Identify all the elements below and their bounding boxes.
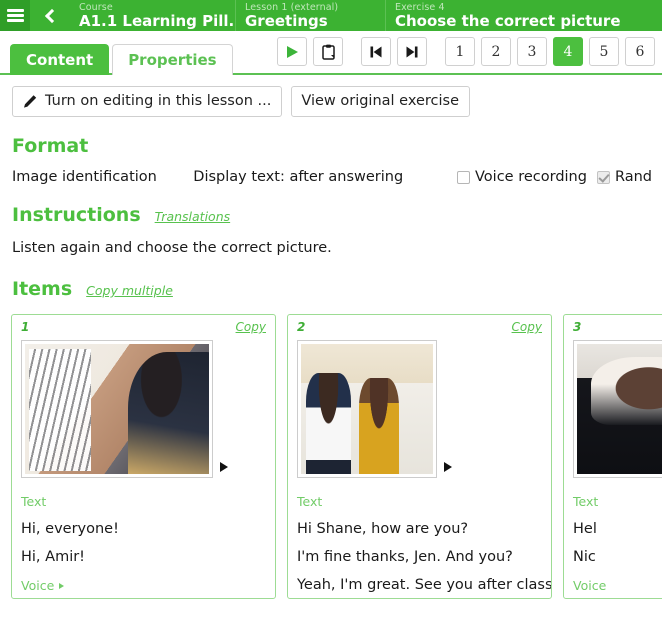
breadcrumb-lesson-value: Greetings bbox=[245, 12, 328, 30]
toolbar: Content Properties 1 2 3 4 5 6 bbox=[0, 31, 662, 75]
page-button-6[interactable]: 6 bbox=[625, 37, 655, 66]
tab-content[interactable]: Content bbox=[10, 44, 110, 75]
hamburger-icon bbox=[6, 9, 24, 22]
clipboard-button[interactable] bbox=[313, 37, 343, 66]
tab-properties[interactable]: Properties bbox=[112, 44, 233, 75]
breadcrumb-exercise-value: Choose the correct picture bbox=[395, 12, 621, 30]
item-number: 1 bbox=[21, 320, 30, 334]
turn-on-editing-label: Turn on editing in this lesson ... bbox=[45, 93, 272, 109]
page-button-4[interactable]: 4 bbox=[553, 37, 583, 66]
item-text-line: Hel bbox=[573, 521, 597, 537]
app-header: Course A1.1 Learning Pill... Lesson 1 (e… bbox=[0, 0, 662, 31]
item-text-line: Hi, everyone! bbox=[21, 521, 119, 537]
item-thumbnail-row bbox=[573, 340, 662, 478]
clipboard-icon bbox=[321, 44, 335, 60]
item-card[interactable]: 3 Copy Text Hel Nic Voice bbox=[563, 314, 662, 599]
items-heading-label: Items bbox=[12, 278, 73, 300]
skip-to-end-icon bbox=[406, 46, 418, 57]
breadcrumb-course[interactable]: Course A1.1 Learning Pill... bbox=[70, 0, 235, 31]
item-copy-link[interactable]: Copy bbox=[236, 320, 266, 334]
randomize-label: Rand bbox=[614, 169, 652, 185]
skip-to-start-icon bbox=[370, 46, 382, 57]
item-voice-label-row[interactable]: Voice bbox=[573, 578, 662, 593]
item-text-line: Hi Shane, how are you? bbox=[297, 521, 469, 537]
item-photo bbox=[577, 344, 662, 474]
item-voice-label: Voice bbox=[21, 578, 55, 593]
item-text-label: Text bbox=[21, 494, 47, 509]
page-button-3[interactable]: 3 bbox=[517, 37, 547, 66]
format-heading: Format bbox=[0, 135, 662, 157]
format-display-text: Display text: after answering bbox=[193, 169, 404, 185]
item-photo bbox=[301, 344, 433, 474]
item-voice-play-icon[interactable] bbox=[59, 582, 65, 589]
exercise-nav-buttons: 1 2 3 4 5 6 bbox=[277, 37, 655, 66]
item-photo bbox=[25, 344, 209, 474]
item-text-line: Nic bbox=[573, 549, 596, 565]
item-number: 2 bbox=[297, 320, 306, 334]
action-button-row: Turn on editing in this lesson ... View … bbox=[0, 75, 662, 117]
item-voice-label-row[interactable]: Voice bbox=[21, 578, 266, 593]
item-copy-link[interactable]: Copy bbox=[512, 320, 542, 334]
items-list: 1 Copy Text Hi, everyone! Hi, Amir! Voic… bbox=[0, 314, 662, 599]
play-icon bbox=[286, 45, 298, 58]
format-row: Image identification Display text: after… bbox=[0, 169, 662, 185]
item-voice-label: Voice bbox=[573, 578, 607, 593]
voice-recording-checkbox[interactable] bbox=[457, 170, 471, 184]
voice-recording-label: Voice recording bbox=[475, 169, 587, 185]
breadcrumb-lesson[interactable]: Lesson 1 (external) Greetings bbox=[235, 0, 385, 31]
last-page-button[interactable] bbox=[397, 37, 427, 66]
play-button[interactable] bbox=[277, 37, 307, 66]
tab-bar: Content Properties bbox=[10, 42, 233, 75]
breadcrumb-exercise[interactable]: Exercise 4 Choose the correct picture bbox=[385, 0, 662, 31]
menu-button[interactable] bbox=[0, 0, 30, 31]
back-button[interactable] bbox=[30, 0, 70, 31]
instructions-text: Listen again and choose the correct pict… bbox=[12, 240, 332, 256]
item-play-icon[interactable] bbox=[444, 462, 452, 472]
item-image[interactable] bbox=[297, 340, 437, 478]
item-image[interactable] bbox=[21, 340, 213, 478]
page-button-5[interactable]: 5 bbox=[589, 37, 619, 66]
turn-on-editing-button[interactable]: Turn on editing in this lesson ... bbox=[12, 86, 283, 117]
item-image[interactable] bbox=[573, 340, 662, 478]
item-card[interactable]: 1 Copy Text Hi, everyone! Hi, Amir! Voic… bbox=[11, 314, 276, 599]
item-card-header: 2 Copy bbox=[297, 320, 542, 335]
item-play-icon[interactable] bbox=[220, 462, 228, 472]
pencil-icon bbox=[24, 94, 37, 108]
instructions-heading-label: Instructions bbox=[12, 204, 141, 226]
item-thumbnail-row bbox=[21, 340, 266, 478]
breadcrumb-course-value: A1.1 Learning Pill... bbox=[79, 12, 235, 30]
item-text-line: Hi, Amir! bbox=[21, 549, 85, 565]
randomize-checkbox-wrap[interactable]: Rand bbox=[596, 169, 652, 185]
format-type: Image identification bbox=[12, 169, 157, 185]
item-thumbnail-row bbox=[297, 340, 542, 478]
copy-multiple-link[interactable]: Copy multiple bbox=[86, 283, 173, 298]
item-card-header: 3 Copy bbox=[573, 320, 662, 335]
page-button-1[interactable]: 1 bbox=[445, 37, 475, 66]
translations-link[interactable]: Translations bbox=[155, 209, 231, 224]
item-card-header: 1 Copy bbox=[21, 320, 266, 335]
randomize-checkbox[interactable] bbox=[596, 170, 610, 184]
item-text-label: Text bbox=[573, 494, 599, 509]
page-button-2[interactable]: 2 bbox=[481, 37, 511, 66]
view-original-exercise-label: View original exercise bbox=[301, 93, 460, 109]
item-card[interactable]: 2 Copy Text Hi Shane, how are you? I'm f… bbox=[287, 314, 552, 599]
format-heading-label: Format bbox=[12, 135, 89, 157]
item-text-line: Yeah, I'm great. See you after class! bbox=[297, 577, 552, 593]
chevron-left-icon bbox=[44, 8, 60, 23]
item-text-label: Text bbox=[297, 494, 323, 509]
items-heading: Items Copy multiple bbox=[0, 278, 662, 300]
item-text-line: I'm fine thanks, Jen. And you? bbox=[297, 549, 513, 565]
item-number: 3 bbox=[573, 320, 582, 334]
first-page-button[interactable] bbox=[361, 37, 391, 66]
voice-recording-checkbox-wrap[interactable]: Voice recording bbox=[457, 169, 587, 185]
view-original-exercise-button[interactable]: View original exercise bbox=[291, 86, 471, 117]
instructions-heading: Instructions Translations bbox=[0, 204, 662, 226]
